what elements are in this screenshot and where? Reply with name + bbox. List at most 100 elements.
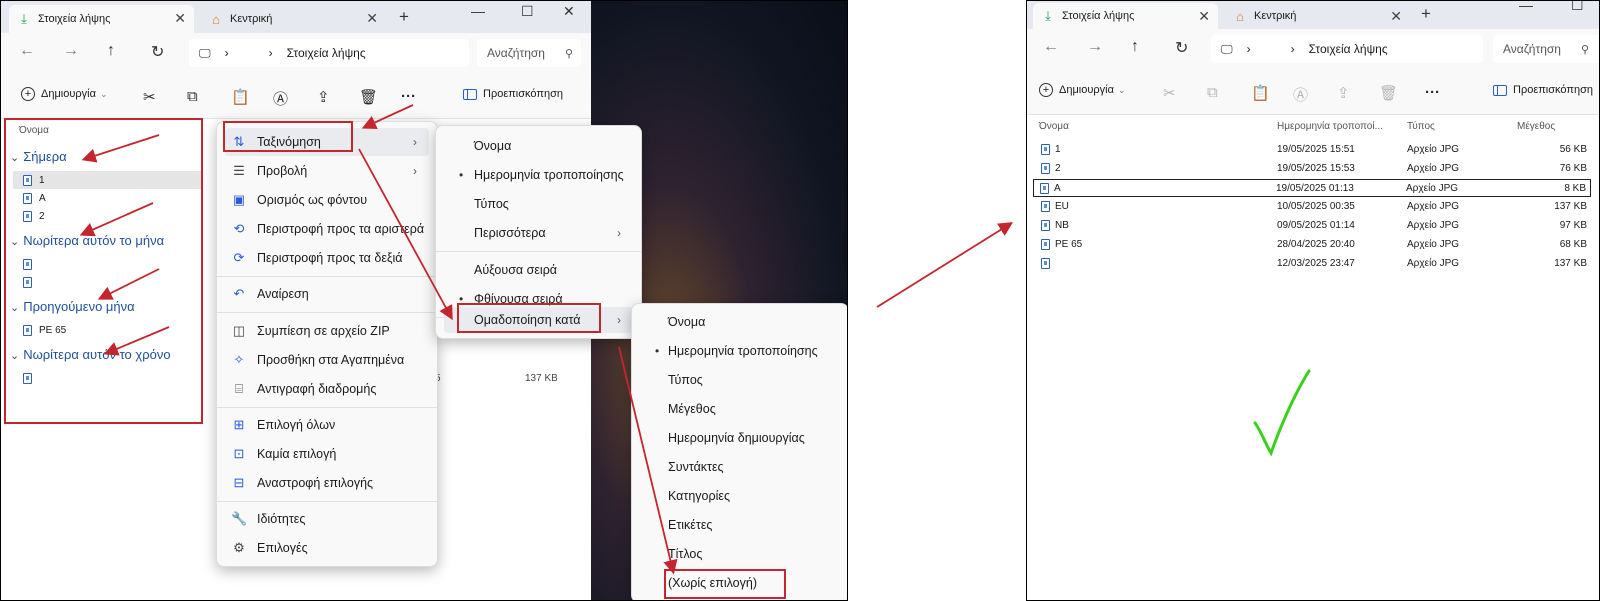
address-bar[interactable]: 🖵 › › Στοιχεία λήψης	[189, 39, 469, 67]
group-by-date-modified[interactable]: • Ημερομηνία τροποποίησης	[640, 337, 840, 365]
group-by-name[interactable]: Όνομα	[640, 308, 840, 336]
menu-item-undo[interactable]: ↶ Αναίρεση	[225, 280, 429, 308]
forward-icon[interactable]: →	[63, 42, 79, 60]
menu-item-view[interactable]: ☰ Προβολή ›	[225, 157, 429, 185]
search-placeholder: Αναζήτηση	[487, 46, 545, 60]
search-placeholder: Αναζήτηση	[1503, 42, 1561, 56]
address-bar[interactable]: 🖵 › › Στοιχεία λήψης	[1211, 35, 1483, 63]
menu-item-copy-path[interactable]: ⌸ Αντιγραφή διαδρομής	[225, 375, 429, 403]
preview-button[interactable]: Προεπισκόπηση	[1493, 84, 1593, 96]
chevron-right-icon: ›	[1246, 42, 1251, 56]
share-icon[interactable]: ⇪	[1337, 84, 1350, 102]
menu-item-properties[interactable]: 🔧 Ιδιότητες	[225, 505, 429, 533]
cut-icon[interactable]: ✂	[1163, 84, 1176, 102]
menu-label: Αντιγραφή διαδρομής	[257, 382, 377, 396]
up-icon[interactable]: ↑	[107, 42, 115, 60]
group-by-categories[interactable]: Κατηγορίες	[640, 482, 840, 510]
plus-icon: +	[1039, 83, 1053, 97]
table-row[interactable]: PE 65 28/04/2025 20:40 Αρχείο JPG 68 KB	[1035, 236, 1591, 254]
group-by-size[interactable]: Μέγεθος	[640, 395, 840, 423]
new-button[interactable]: + Δημιουργία ⌄	[1039, 83, 1126, 97]
close-icon[interactable]: ✕	[1198, 8, 1210, 25]
sort-by-type[interactable]: Τύπος	[444, 190, 633, 218]
sort-by-date-modified[interactable]: • Ημερομηνία τροποποίησης	[444, 161, 633, 189]
forward-icon[interactable]: →	[1087, 38, 1103, 56]
search-input[interactable]: Αναζήτηση ⚲	[477, 39, 581, 67]
table-row[interactable]: EU 10/05/2025 00:35 Αρχείο JPG 137 KB	[1035, 198, 1591, 216]
minimize-icon[interactable]: —	[1519, 1, 1533, 13]
tab-home[interactable]: ⌂ Κεντρική ✕	[1225, 3, 1410, 29]
table-row[interactable]: NB 09/05/2025 01:14 Αρχείο JPG 97 KB	[1035, 217, 1591, 235]
share-icon[interactable]: ⇪	[317, 88, 330, 106]
table-row[interactable]: 12/03/2025 23:47 Αρχείο JPG 137 KB	[1035, 255, 1591, 273]
paste-icon[interactable]: 📋	[1251, 84, 1270, 102]
cut-icon[interactable]: ✂	[143, 88, 156, 106]
refresh-icon[interactable]: ↻	[151, 42, 164, 62]
maximize-icon[interactable]: ☐	[521, 3, 534, 20]
sort-more[interactable]: Περισσότερα ›	[444, 219, 633, 247]
menu-item-invert-selection[interactable]: ⊟ Αναστροφή επιλογής	[225, 469, 429, 497]
tab-downloads[interactable]: ⤓ Στοιχεία λήψης ✕	[1033, 3, 1218, 29]
table-row[interactable]: A 19/05/2025 01:13 Αρχείο JPG 8 KB	[1033, 179, 1591, 197]
menu-item-select-none[interactable]: ⊡ Καμία επιλογή	[225, 440, 429, 468]
group-by-tags[interactable]: Ετικέτες	[640, 511, 840, 539]
menu-label: Όνομα	[474, 139, 512, 153]
new-tab-icon[interactable]: +	[399, 7, 409, 27]
back-icon[interactable]: ←	[1043, 38, 1059, 56]
menu-label: Επιλογές	[257, 541, 308, 555]
tab-downloads[interactable]: ⤓ Στοιχεία λήψης ✕	[9, 5, 194, 33]
menu-label: Μέγεθος	[668, 402, 716, 416]
copy-icon[interactable]: ⧉	[187, 88, 198, 105]
close-icon[interactable]: ✕	[1390, 8, 1402, 25]
sort-ascending[interactable]: Αύξουσα σειρά	[444, 256, 633, 284]
menu-label: Προβολή	[257, 164, 308, 178]
menu-item-select-all[interactable]: ⊞ Επιλογή όλων	[225, 411, 429, 439]
tab-home[interactable]: ⌂ Κεντρική ✕	[201, 5, 386, 33]
menu-item-set-background[interactable]: ▣ Ορισμός ως φόντου	[225, 186, 429, 214]
new-button[interactable]: + Δημιουργία ⌄	[21, 87, 108, 101]
column-header-date[interactable]: Ημερομηνία τροποποί...	[1277, 121, 1383, 132]
menu-separator	[217, 276, 437, 277]
close-icon[interactable]: ✕	[366, 10, 378, 27]
search-input[interactable]: Αναζήτηση ⚲	[1493, 35, 1599, 63]
refresh-icon[interactable]: ↻	[1175, 38, 1188, 58]
preview-pane-icon	[463, 88, 477, 100]
delete-icon[interactable]: 🗑	[1379, 84, 1398, 102]
file-size: 56 KB	[1559, 144, 1587, 155]
more-icon[interactable]: ···	[1425, 84, 1440, 101]
rename-icon[interactable]: Ⓐ	[1293, 84, 1308, 105]
file-name: NB	[1055, 220, 1069, 231]
group-by-date-created[interactable]: Ημερομηνία δημιουργίας	[640, 424, 840, 452]
more-icon[interactable]: ···	[401, 88, 416, 105]
menu-label: Όνομα	[668, 315, 706, 329]
table-row[interactable]: 2 19/05/2025 15:53 Αρχείο JPG 76 KB	[1035, 160, 1591, 178]
up-icon[interactable]: ↑	[1131, 38, 1139, 56]
group-by-authors[interactable]: Συντάκτες	[640, 453, 840, 481]
back-icon[interactable]: ←	[19, 42, 35, 60]
preview-button[interactable]: Προεπισκόπηση	[463, 88, 563, 100]
column-header-name[interactable]: Όνομα	[1039, 121, 1069, 132]
menu-item-zip[interactable]: ◫ Συμπίεση σε αρχείο ZIP	[225, 317, 429, 345]
paste-icon[interactable]: 📋	[231, 88, 250, 106]
menu-item-rotate-right[interactable]: ⟳ Περιστροφή προς τα δεξιά	[225, 244, 429, 272]
tab-label: Κεντρική	[1254, 10, 1297, 22]
rename-icon[interactable]: Ⓐ	[273, 88, 288, 109]
sort-by-name[interactable]: Όνομα	[444, 132, 633, 160]
close-window-icon[interactable]: ✕	[563, 3, 575, 20]
close-icon[interactable]: ✕	[174, 10, 186, 27]
column-header-size[interactable]: Μέγεθος	[1517, 121, 1555, 132]
group-by-type[interactable]: Τύπος	[640, 366, 840, 394]
maximize-icon[interactable]: ☐	[1571, 1, 1584, 14]
table-row[interactable]: 1 19/05/2025 15:51 Αρχείο JPG 56 KB	[1035, 141, 1591, 159]
column-header-type[interactable]: Τύπος	[1407, 121, 1435, 132]
group-by-title[interactable]: Τίτλος	[640, 540, 840, 568]
delete-icon[interactable]: 🗑	[359, 88, 378, 106]
new-tab-icon[interactable]: +	[1421, 4, 1431, 24]
menu-item-add-favorites[interactable]: ✧ Προσθήκη στα Αγαπημένα	[225, 346, 429, 374]
minimize-icon[interactable]: —	[471, 3, 485, 19]
menu-item-options[interactable]: ⚙ Επιλογές	[225, 534, 429, 562]
menu-label: Επιλογή όλων	[257, 418, 336, 432]
menu-item-rotate-left[interactable]: ⟲ Περιστροφή προς τα αριστερά	[225, 215, 429, 243]
chevron-down-icon: ⌄	[1117, 84, 1126, 95]
copy-icon[interactable]: ⧉	[1207, 84, 1218, 101]
